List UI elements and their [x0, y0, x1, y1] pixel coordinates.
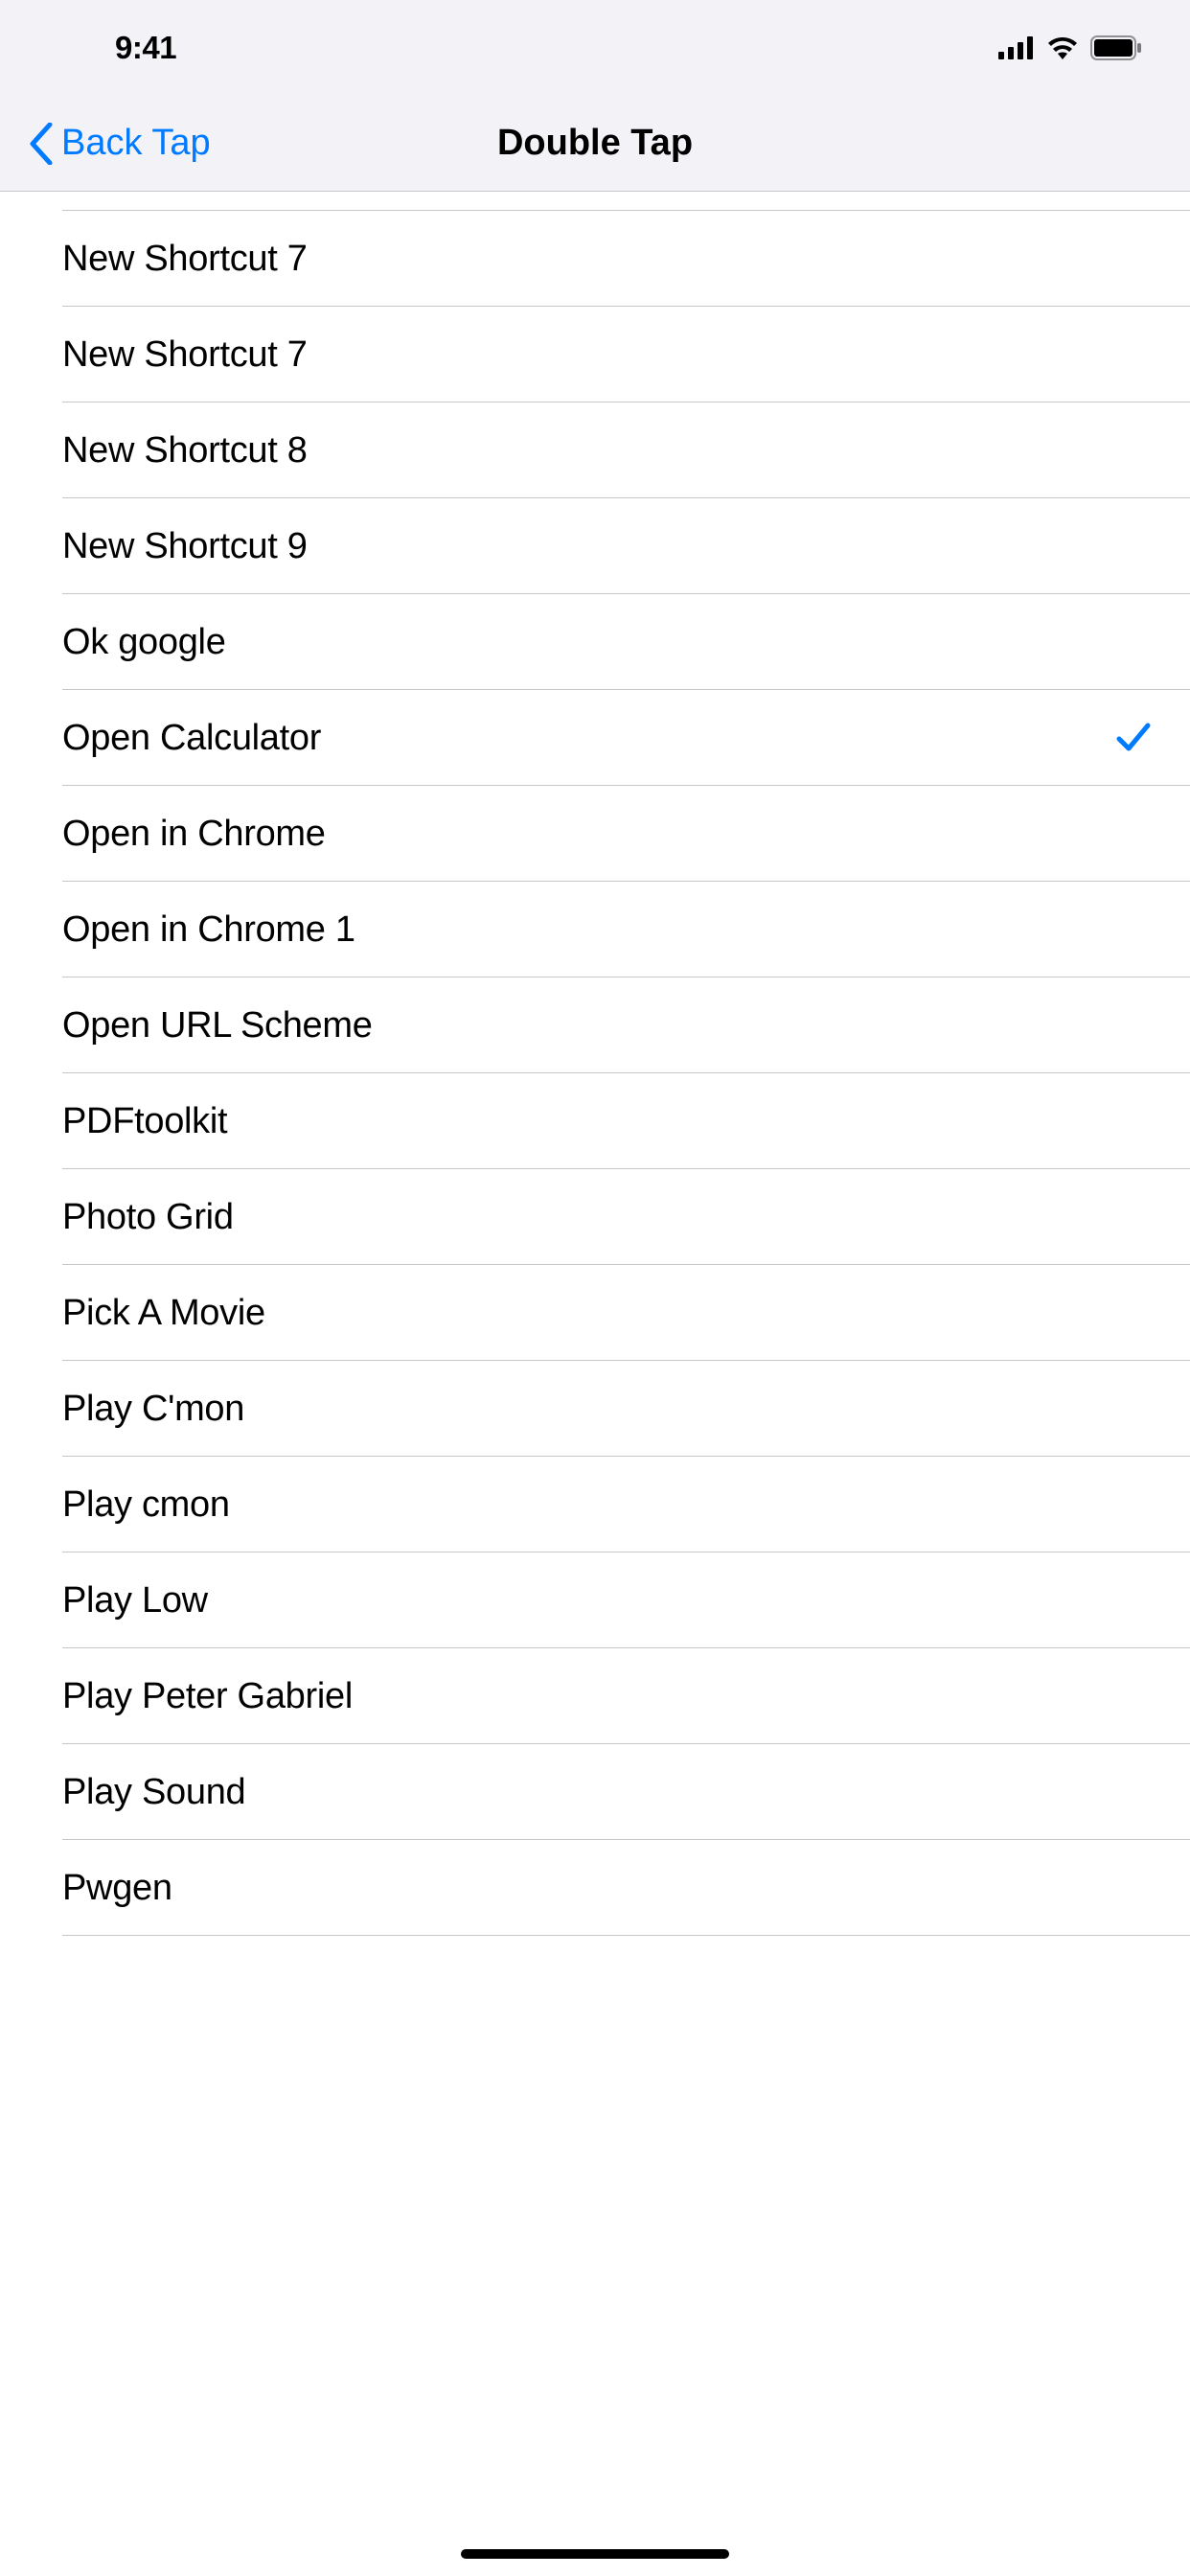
list-item-label: Ok google: [62, 622, 226, 663]
home-indicator[interactable]: [461, 2549, 729, 2559]
list-item[interactable]: Play Sound: [0, 1744, 1190, 1840]
battery-icon: [1090, 35, 1142, 60]
list-item[interactable]: Pwgen: [0, 1840, 1190, 1936]
chevron-left-icon: [29, 123, 54, 165]
list-item[interactable]: Play Peter Gabriel: [0, 1648, 1190, 1744]
list-item[interactable]: Open in Chrome 1: [0, 882, 1190, 978]
list-item-label: Play cmon: [62, 1484, 230, 1526]
list-item[interactable]: Play C'mon: [0, 1361, 1190, 1457]
status-time: 9:41: [57, 30, 176, 66]
list-item-label: Open Calculator: [62, 718, 321, 759]
back-label: Back Tap: [61, 123, 211, 164]
list-item[interactable]: Ok google: [0, 594, 1190, 690]
list-item-label: New Shortcut 7: [62, 334, 308, 376]
list-item[interactable]: Open URL Scheme: [0, 978, 1190, 1073]
list-item-label: New Shortcut 9: [62, 526, 308, 567]
list-item[interactable]: Play cmon: [0, 1457, 1190, 1552]
list-item[interactable]: PDFtoolkit: [0, 1073, 1190, 1169]
list-item-label: Play Sound: [62, 1772, 245, 1813]
list-item-label: Play Peter Gabriel: [62, 1676, 353, 1717]
list-item-label: Play Low: [62, 1580, 208, 1622]
list-item-label: PDFtoolkit: [62, 1101, 227, 1142]
list-item-label: Open URL Scheme: [62, 1005, 373, 1046]
list-item-label: Pick A Movie: [62, 1293, 265, 1334]
list-item-label: Open in Chrome 1: [62, 909, 355, 951]
list-item[interactable]: New Shortcut 7: [0, 211, 1190, 307]
list-item[interactable]: Photo Grid: [0, 1169, 1190, 1265]
list-item-label: Pwgen: [62, 1868, 172, 1909]
list-item[interactable]: Open Calculator: [0, 690, 1190, 786]
list-item[interactable]: New Shortcut 6: [0, 192, 1190, 211]
list-item-label: New Shortcut 7: [62, 239, 308, 280]
status-icons: [998, 35, 1142, 60]
list-item[interactable]: Play Low: [0, 1552, 1190, 1648]
cellular-signal-icon: [998, 36, 1035, 59]
page-title: Double Tap: [497, 123, 693, 164]
list-item-label: Photo Grid: [62, 1197, 234, 1238]
navigation-bar: Back Tap Double Tap: [0, 96, 1190, 192]
list-item[interactable]: New Shortcut 9: [0, 498, 1190, 594]
list-item-label: Play C'mon: [62, 1389, 244, 1430]
wifi-icon: [1046, 36, 1079, 59]
list-item[interactable]: Pick A Movie: [0, 1265, 1190, 1361]
list-item[interactable]: New Shortcut 8: [0, 402, 1190, 498]
list-item[interactable]: Open in Chrome: [0, 786, 1190, 882]
back-button[interactable]: Back Tap: [29, 123, 211, 165]
options-list: New Shortcut 6 New Shortcut 7 New Shortcut…: [0, 192, 1190, 1936]
list-item[interactable]: New Shortcut 7: [0, 307, 1190, 402]
checkmark-icon: [1115, 720, 1152, 756]
list-item-label: Open in Chrome: [62, 814, 326, 855]
status-bar: 9:41: [0, 0, 1190, 96]
list-item-label: New Shortcut 8: [62, 430, 308, 472]
